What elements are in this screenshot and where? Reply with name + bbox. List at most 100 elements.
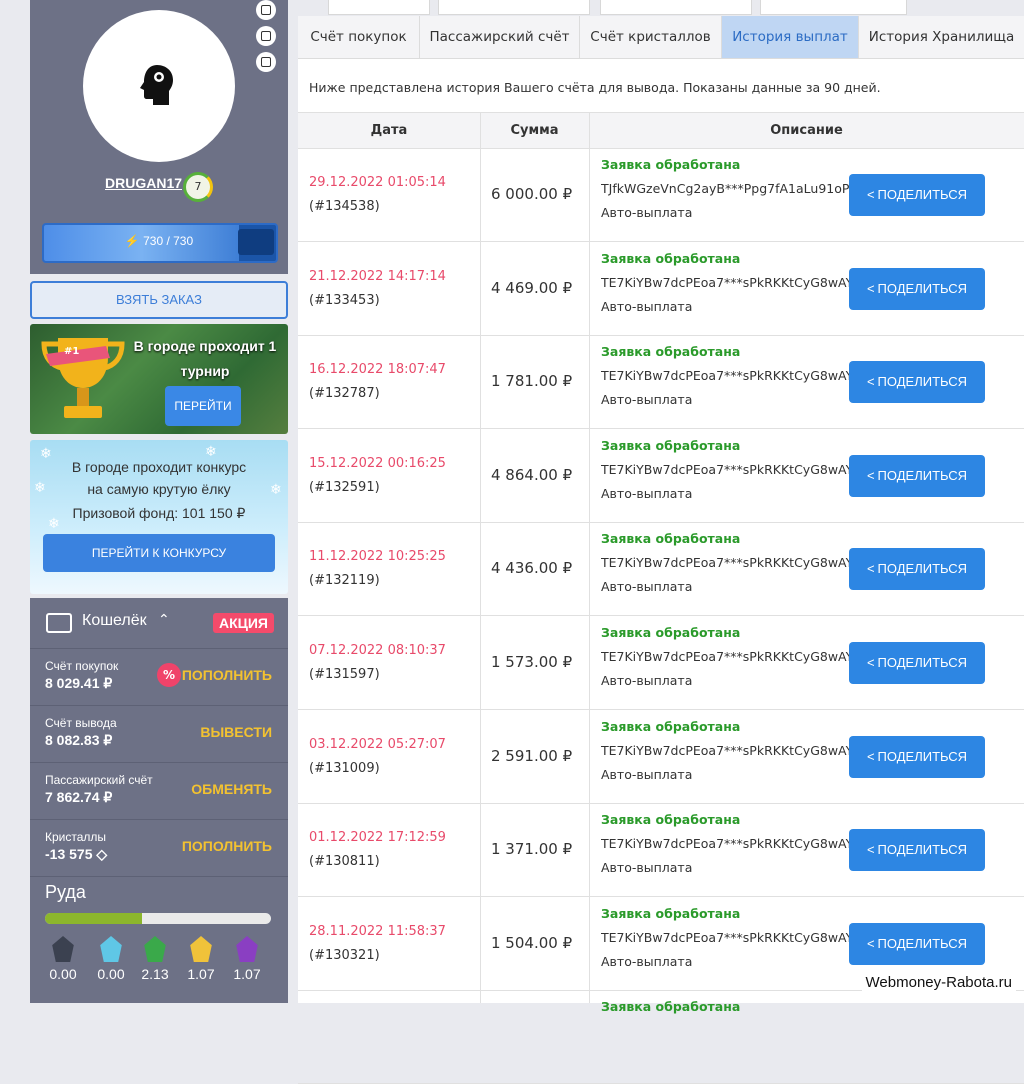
main-content: Счёт покупок Пассажирский счёт Счёт крис… [298, 0, 1024, 1084]
promo-badge[interactable]: АКЦИЯ [212, 613, 274, 633]
contest-go-button[interactable]: ПЕРЕЙТИ К КОНКУРСУ [43, 534, 275, 572]
row-date: 29.12.2022 01:05:14 [309, 175, 446, 190]
share-label: ПОДЕЛИТЬСЯ [877, 281, 968, 296]
row-date: 01.12.2022 17:12:59 [309, 830, 446, 845]
row-amount: 1 504.00 ₽ [491, 934, 573, 952]
row-status: Заявка обработана [601, 344, 741, 359]
take-order-button[interactable]: ВЗЯТЬ ЗАКАЗ [30, 281, 288, 319]
share-label: ПОДЕЛИТЬСЯ [877, 655, 968, 670]
table-row: 01.12.2022 17:12:59 (#130811) 1 371.00 ₽ За… [298, 803, 1024, 897]
row-wallet-hash: TE7KiYBw7dcPEoa7***sPkRKKtCyG8wAY [601, 368, 851, 383]
tournament-text: В городе проходит 1 турнир [133, 338, 277, 379]
top-tab-stub[interactable] [438, 0, 590, 15]
table-row: 15.12.2022 00:16:25 (#132591) 4 864.00 ₽ За… [298, 429, 1024, 523]
share-button[interactable]: < ПОДЕЛИТЬСЯ [849, 736, 985, 778]
topup-crystals-button[interactable]: ПОПОЛНИТЬ [182, 838, 272, 854]
wallet-header[interactable]: Кошелёк ⌃ АКЦИЯ [30, 598, 288, 649]
row-method: Авто-выплата [601, 299, 693, 314]
square-icon[interactable] [256, 26, 276, 46]
level-badge: 7 [183, 172, 213, 202]
exchange-button[interactable]: ОБМЕНЯТЬ [191, 781, 272, 797]
account-value: -13 575 ◇ [45, 846, 108, 862]
share-button[interactable]: < ПОДЕЛИТЬСЯ [849, 642, 985, 684]
row-date: 11.12.2022 10:25:25 [309, 549, 446, 564]
tab-passenger[interactable]: Пассажирский счёт [420, 16, 580, 58]
wallet-panel: Кошелёк ⌃ АКЦИЯ Счёт покупок 8 029.41 ₽ … [30, 598, 288, 1003]
share-icon: < [866, 655, 875, 670]
table-row: 29.12.2022 01:05:14 (#134538) 6 000.00 ₽ За… [298, 148, 1024, 242]
avatar[interactable] [83, 10, 235, 162]
share-icon: < [866, 561, 875, 576]
row-amount: 1 371.00 ₽ [491, 840, 573, 858]
ore-progress-fill [45, 913, 143, 924]
watermark: Webmoney-Rabota.ru [861, 972, 1016, 993]
table-header: Дата Сумма Описание [298, 112, 1024, 149]
share-icon: < [866, 749, 875, 764]
percent-icon[interactable]: % [157, 663, 181, 687]
account-name: Пассажирский счёт [45, 773, 153, 787]
share-icon: < [866, 842, 875, 857]
share-button[interactable]: < ПОДЕЛИТЬСЯ [849, 268, 985, 310]
row-wallet-hash: TE7KiYBw7dcPEoa7***sPkRKKtCyG8wAY [601, 836, 851, 851]
table-row: 07.12.2022 08:10:37 (#131597) 1 573.00 ₽ За… [298, 616, 1024, 710]
tab-crystals[interactable]: Счёт кристаллов [580, 16, 722, 58]
ore-value: 0.00 [97, 966, 125, 982]
camera-icon[interactable] [256, 52, 276, 72]
table-row: 16.12.2022 18:07:47 (#132787) 1 781.00 ₽ За… [298, 335, 1024, 429]
ore-title: Руда [45, 882, 86, 902]
top-tab-stub[interactable] [328, 0, 430, 15]
tab-storage-history[interactable]: История Хранилища [859, 16, 1024, 58]
tournament-go-button[interactable]: ПЕРЕЙТИ [165, 386, 241, 426]
account-purchases: Счёт покупок 8 029.41 ₽ % ПОПОЛНИТЬ [30, 649, 288, 706]
row-order-id: (#134538) [309, 199, 380, 214]
share-button[interactable]: < ПОДЕЛИТЬСЯ [849, 361, 985, 403]
top-tab-stub[interactable] [760, 0, 907, 15]
profile-card: DRUGAN17 7 ⚡ 730 / 730 [30, 0, 288, 274]
account-passenger: Пассажирский счёт 7 862.74 ₽ ОБМЕНЯТЬ [30, 763, 288, 820]
row-method: Авто-выплата [601, 860, 693, 875]
share-label: ПОДЕЛИТЬСЯ [877, 374, 968, 389]
contest-banner: ❄ ❄ ❄ ❄ ❄ В городе проходит конкурс на с… [30, 440, 288, 594]
ore-item: 2.13 [135, 936, 175, 982]
table-row: 11.12.2022 10:25:25 (#132119) 4 436.00 ₽ За… [298, 522, 1024, 616]
row-method: Авто-выплата [601, 954, 693, 969]
row-wallet-hash: TE7KiYBw7dcPEoa7***sPkRKKtCyG8wAY [601, 275, 851, 290]
withdraw-button[interactable]: ВЫВЕСТИ [200, 724, 272, 740]
row-order-id: (#130811) [309, 854, 380, 869]
tab-purchases[interactable]: Счёт покупок [298, 16, 420, 58]
contest-prize-fund: Призовой фонд: 101 150 ₽ [72, 505, 246, 521]
energy-value: 730 / 730 [143, 234, 194, 248]
account-value: 8 029.41 ₽ [45, 675, 113, 691]
row-order-id: (#132591) [309, 480, 380, 495]
chevron-up-icon[interactable]: ⌃ [158, 612, 170, 628]
topup-button[interactable]: ПОПОЛНИТЬ [182, 667, 272, 683]
row-order-id: (#132787) [309, 386, 380, 401]
row-method: Авто-выплата [601, 392, 693, 407]
share-button[interactable]: < ПОДЕЛИТЬСЯ [849, 548, 985, 590]
row-method: Авто-выплата [601, 767, 693, 782]
share-button[interactable]: < ПОДЕЛИТЬСЯ [849, 174, 985, 216]
share-button[interactable]: < ПОДЕЛИТЬСЯ [849, 455, 985, 497]
row-status: Заявка обработана [601, 999, 741, 1014]
crown-icon[interactable] [256, 0, 276, 20]
share-button[interactable]: < ПОДЕЛИТЬСЯ [849, 923, 985, 965]
row-amount: 1 573.00 ₽ [491, 653, 573, 671]
profile-actions [256, 0, 276, 78]
row-amount: 6 000.00 ₽ [491, 185, 573, 203]
header-description: Описание [770, 123, 843, 138]
share-label: ПОДЕЛИТЬСЯ [877, 187, 968, 202]
top-tab-stub[interactable] [600, 0, 752, 15]
row-wallet-hash: TE7KiYBw7dcPEoa7***sPkRKKtCyG8wAY [601, 930, 851, 945]
energy-button[interactable] [238, 229, 274, 255]
ore-progress-bar [45, 913, 271, 924]
username-link[interactable]: DRUGAN17 [105, 175, 182, 191]
contest-text-line1: В городе проходит конкурс [71, 459, 247, 475]
tab-payout-history[interactable]: История выплат [722, 16, 859, 58]
row-status: Заявка обработана [601, 625, 741, 640]
share-label: ПОДЕЛИТЬСЯ [877, 468, 968, 483]
ore-value: 2.13 [141, 966, 169, 982]
row-status: Заявка обработана [601, 812, 741, 827]
ore-gem-icon [236, 936, 258, 962]
row-status: Заявка обработана [601, 251, 741, 266]
share-button[interactable]: < ПОДЕЛИТЬСЯ [849, 829, 985, 871]
